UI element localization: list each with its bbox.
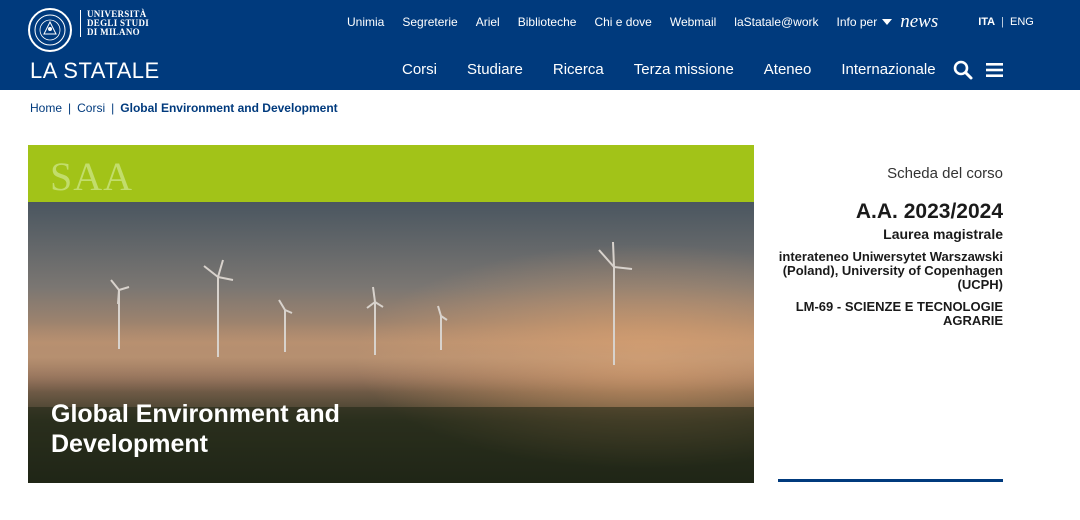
breadcrumb-current: Global Environment and Development bbox=[120, 101, 338, 115]
partner-universities: interateneo Uniwersytet Warszawski (Pola… bbox=[778, 249, 1003, 292]
breadcrumb: Home | Corsi | Global Environment and Develo… bbox=[30, 101, 338, 115]
nav-terza-missione[interactable]: Terza missione bbox=[634, 61, 734, 78]
nav-studiare[interactable]: Studiare bbox=[467, 61, 523, 78]
main-nav: Corsi Studiare Ricerca Terza missione At… bbox=[402, 61, 966, 78]
site-header: UNIVERSITÀ DEGLI STUDI DI MILANO LA STAT… bbox=[0, 0, 1080, 90]
language-switcher: ITA | ENG bbox=[978, 16, 1034, 28]
sidebar-divider bbox=[778, 479, 1003, 482]
course-sidebar: Scheda del corso A.A. 2023/2024 Laurea m… bbox=[778, 165, 1003, 328]
nav-ateneo[interactable]: Ateneo bbox=[764, 61, 812, 78]
info-per-label: Info per bbox=[836, 15, 878, 29]
course-title: Global Environment and Development bbox=[51, 400, 340, 458]
utility-link-lastatale-work[interactable]: laStatale@work bbox=[734, 15, 818, 29]
lang-eng[interactable]: ENG bbox=[1010, 16, 1034, 28]
caret-down-icon bbox=[882, 19, 893, 25]
course-sheet-label: Scheda del corso bbox=[887, 165, 1003, 182]
utility-link-ariel[interactable]: Ariel bbox=[476, 15, 500, 29]
nav-internazionale[interactable]: Internazionale bbox=[841, 61, 935, 78]
news-link[interactable]: news bbox=[900, 11, 938, 33]
hamburger-menu-icon[interactable] bbox=[984, 59, 1006, 81]
info-per-dropdown[interactable]: Info per bbox=[837, 15, 893, 29]
utility-nav: Unimia Segreterie Ariel Biblioteche Chi … bbox=[347, 11, 1034, 33]
hero-image-wind-turbines: Global Environment and Development bbox=[28, 202, 754, 483]
lang-ita[interactable]: ITA bbox=[978, 16, 995, 28]
breadcrumb-corsi[interactable]: Corsi bbox=[77, 101, 105, 115]
university-name[interactable]: UNIVERSITÀ DEGLI STUDI DI MILANO bbox=[80, 10, 149, 37]
nav-ricerca[interactable]: Ricerca bbox=[553, 61, 604, 78]
utility-link-unimia[interactable]: Unimia bbox=[347, 15, 384, 29]
utility-link-biblioteche[interactable]: Biblioteche bbox=[518, 15, 577, 29]
department-label: SAA bbox=[50, 154, 134, 199]
degree-class: LM-69 - SCIENZE E TECNOLOGIE AGRARIE bbox=[795, 299, 1003, 328]
course-hero: SAA Global Environment and Development bbox=[28, 145, 754, 483]
logo-line-3: DI MILANO bbox=[87, 27, 140, 37]
breadcrumb-home[interactable]: Home bbox=[30, 101, 62, 115]
search-icon[interactable] bbox=[952, 59, 974, 81]
breadcrumb-separator: | bbox=[68, 101, 72, 115]
university-seal-icon[interactable] bbox=[28, 8, 72, 52]
breadcrumb-separator: | bbox=[111, 101, 115, 115]
nav-icons bbox=[952, 59, 1016, 81]
utility-link-segreterie[interactable]: Segreterie bbox=[402, 15, 457, 29]
hero-band: SAA bbox=[28, 145, 754, 202]
utility-link-webmail[interactable]: Webmail bbox=[670, 15, 716, 29]
lang-separator: | bbox=[1001, 16, 1004, 28]
academic-year: A.A. 2023/2024 bbox=[855, 200, 1003, 223]
utility-link-chi-e-dove[interactable]: Chi e dove bbox=[594, 15, 651, 29]
degree-type: Laurea magistrale bbox=[883, 226, 1003, 242]
brand-logo[interactable]: LA STATALE bbox=[30, 58, 160, 84]
nav-corsi[interactable]: Corsi bbox=[402, 61, 437, 78]
